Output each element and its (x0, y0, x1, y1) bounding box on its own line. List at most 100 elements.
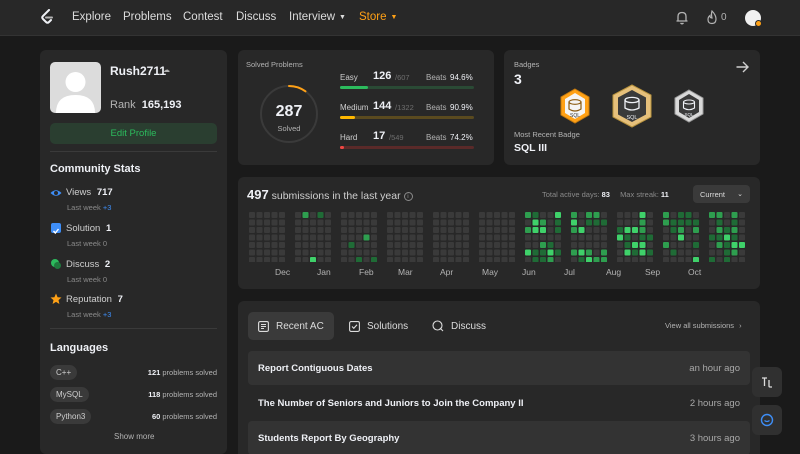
heatmap-day-cell[interactable] (264, 257, 270, 262)
heatmap-day-cell[interactable] (555, 242, 561, 248)
heatmap-day-cell[interactable] (540, 227, 546, 233)
heatmap-day-cell[interactable] (387, 249, 393, 256)
lang-tag-python3[interactable]: Python3 (50, 409, 92, 424)
heatmap-day-cell[interactable] (271, 227, 278, 233)
heatmap-day-cell[interactable] (540, 242, 546, 248)
heatmap-day-cell[interactable] (387, 234, 393, 241)
heatmap-day-cell[interactable] (310, 227, 316, 233)
heatmap-day-cell[interactable] (731, 249, 738, 256)
heatmap-day-cell[interactable] (731, 227, 738, 233)
heatmap-day-cell[interactable] (256, 257, 263, 262)
heatmap-day-cell[interactable] (463, 219, 469, 226)
tab-discuss[interactable]: Discuss (422, 312, 496, 340)
heatmap-day-cell[interactable] (647, 219, 653, 226)
heatmap-day-cell[interactable] (547, 219, 554, 226)
heatmap-day-cell[interactable] (571, 242, 577, 248)
heatmap-day-cell[interactable] (670, 257, 677, 262)
heatmap-day-cell[interactable] (709, 249, 715, 256)
heatmap-day-cell[interactable] (571, 234, 577, 241)
heatmap-day-cell[interactable] (678, 242, 684, 248)
heatmap-day-cell[interactable] (310, 249, 316, 256)
show-more-link[interactable]: Show more (114, 432, 154, 441)
heatmap-day-cell[interactable] (709, 257, 715, 262)
heatmap-day-cell[interactable] (371, 249, 377, 256)
heatmap-day-cell[interactable] (479, 234, 485, 241)
heatmap-day-cell[interactable] (455, 227, 462, 233)
heatmap-day-cell[interactable] (479, 212, 485, 218)
heatmap-day-cell[interactable] (716, 242, 723, 248)
heatmap-day-cell[interactable] (617, 227, 623, 233)
heatmap-day-cell[interactable] (632, 234, 638, 241)
heatmap-day-cell[interactable] (279, 234, 285, 241)
fire-icon[interactable] (706, 10, 718, 25)
heatmap-day-cell[interactable] (317, 257, 324, 262)
heatmap-day-cell[interactable] (709, 219, 715, 226)
heatmap-day-cell[interactable] (685, 227, 692, 233)
submission-row[interactable]: Students Report By Geography 3 hours ago (248, 421, 750, 454)
heatmap-day-cell[interactable] (685, 219, 692, 226)
heatmap-day-cell[interactable] (624, 242, 631, 248)
heatmap-day-cell[interactable] (678, 212, 684, 218)
heatmap-day-cell[interactable] (371, 212, 377, 218)
heatmap-day-cell[interactable] (271, 219, 278, 226)
heatmap-day-cell[interactable] (302, 227, 309, 233)
heatmap-day-cell[interactable] (593, 219, 600, 226)
heatmap-day-cell[interactable] (295, 219, 301, 226)
user-avatar[interactable] (745, 10, 762, 27)
heatmap-day-cell[interactable] (670, 227, 677, 233)
heatmap-day-cell[interactable] (302, 257, 309, 262)
info-icon[interactable]: i (403, 192, 413, 201)
heatmap-day-cell[interactable] (479, 249, 485, 256)
heatmap-day-cell[interactable] (593, 257, 600, 262)
heatmap-day-cell[interactable] (455, 234, 462, 241)
heatmap-day-cell[interactable] (509, 227, 515, 233)
heatmap-day-cell[interactable] (256, 234, 263, 241)
heatmap-day-cell[interactable] (617, 234, 623, 241)
heatmap-day-cell[interactable] (409, 219, 416, 226)
heatmap-day-cell[interactable] (624, 227, 631, 233)
heatmap-day-cell[interactable] (486, 227, 493, 233)
heatmap-day-cell[interactable] (448, 227, 454, 233)
heatmap-day-cell[interactable] (486, 257, 493, 262)
heatmap-day-cell[interactable] (724, 242, 730, 248)
heatmap-day-cell[interactable] (540, 212, 546, 218)
heatmap-day-cell[interactable] (716, 234, 723, 241)
heatmap-day-cell[interactable] (578, 249, 585, 256)
heatmap-day-cell[interactable] (356, 219, 362, 226)
heatmap-day-cell[interactable] (363, 249, 370, 256)
heatmap-day-cell[interactable] (363, 212, 370, 218)
heatmap-day-cell[interactable] (341, 212, 347, 218)
heatmap-day-cell[interactable] (363, 227, 370, 233)
heatmap-day-cell[interactable] (348, 212, 355, 218)
heatmap-day-cell[interactable] (693, 234, 699, 241)
heatmap-day-cell[interactable] (525, 242, 531, 248)
feedback-button[interactable] (752, 405, 782, 435)
heatmap-day-cell[interactable] (363, 234, 370, 241)
heatmap-day-cell[interactable] (540, 249, 546, 256)
year-dropdown[interactable]: Current ⌄ (693, 185, 750, 203)
heatmap-day-cell[interactable] (586, 219, 592, 226)
heatmap-day-cell[interactable] (685, 212, 692, 218)
heatmap-day-cell[interactable] (295, 227, 301, 233)
heatmap-day-cell[interactable] (593, 212, 600, 218)
nav-explore[interactable]: Explore (72, 11, 111, 23)
heatmap-day-cell[interactable] (256, 212, 263, 218)
heatmap-day-cell[interactable] (409, 242, 416, 248)
heatmap-day-cell[interactable] (433, 242, 439, 248)
heatmap-day-cell[interactable] (678, 227, 684, 233)
heatmap-day-cell[interactable] (463, 234, 469, 241)
heatmap-day-cell[interactable] (709, 242, 715, 248)
heatmap-day-cell[interactable] (463, 212, 469, 218)
heatmap-day-cell[interactable] (624, 234, 631, 241)
heatmap-day-cell[interactable] (486, 219, 493, 226)
heatmap-day-cell[interactable] (440, 242, 447, 248)
heatmap-day-cell[interactable] (264, 219, 270, 226)
heatmap-day-cell[interactable] (448, 242, 454, 248)
heatmap-day-cell[interactable] (417, 242, 423, 248)
heatmap-day-cell[interactable] (494, 234, 500, 241)
heatmap-day-cell[interactable] (433, 234, 439, 241)
heatmap-day-cell[interactable] (440, 227, 447, 233)
heatmap-day-cell[interactable] (685, 242, 692, 248)
heatmap-day-cell[interactable] (670, 212, 677, 218)
arrow-right-icon[interactable] (736, 61, 749, 73)
